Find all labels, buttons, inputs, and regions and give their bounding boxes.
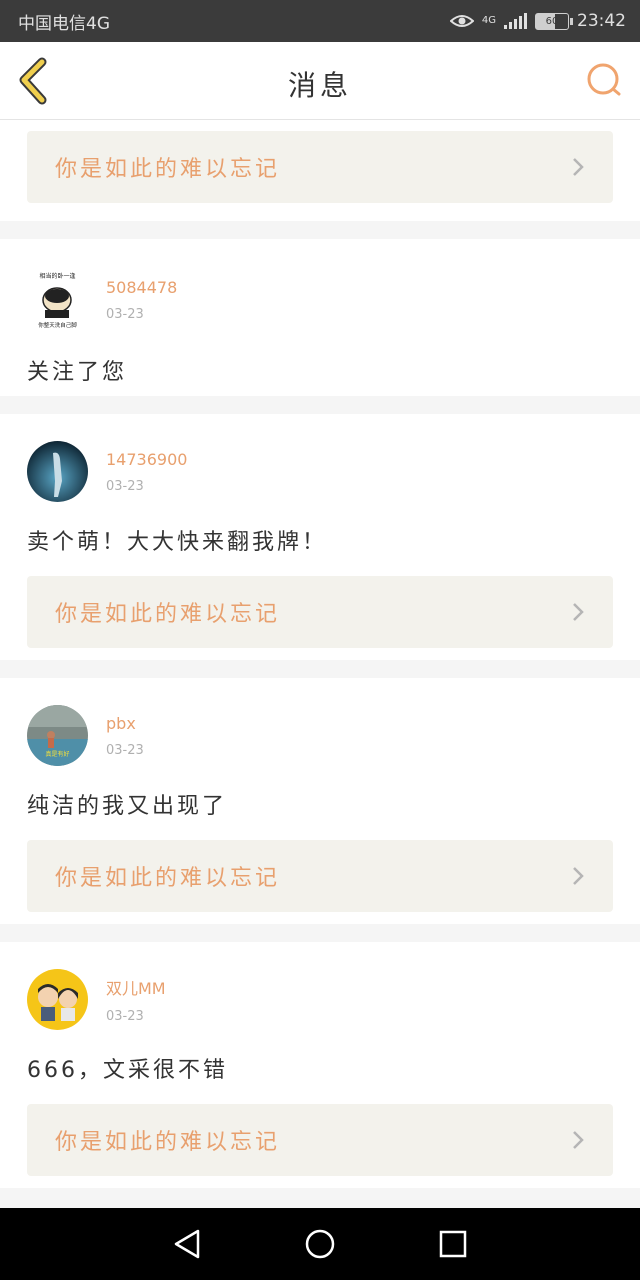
quote-link[interactable]: 你是如此的难以忘记 — [27, 1104, 613, 1176]
nav-home-button[interactable] — [300, 1224, 340, 1264]
nav-recent-button[interactable] — [433, 1224, 473, 1264]
avatar[interactable]: 真是有好 — [27, 705, 88, 766]
message-list[interactable]: 你是如此的难以忘记 相当的卧一逢 你整天洗自己脚 5084478 03-23 关… — [0, 120, 640, 1206]
message-card: 真是有好 pbx 03-23 纯洁的我又出现了 你是如此的难以忘记 — [0, 678, 640, 924]
chevron-right-icon — [573, 158, 584, 176]
message-date: 03-23 — [106, 1009, 144, 1024]
avatar[interactable] — [27, 969, 88, 1030]
message-card: 相当的卧一逢 你整天洗自己脚 5084478 03-23 关注了您 — [0, 239, 640, 396]
couple-avatar-image — [27, 969, 88, 1030]
avatar-caption: 真是有好 — [45, 750, 69, 758]
nav-back-button[interactable] — [167, 1224, 207, 1264]
eye-icon — [449, 15, 474, 27]
clock: 23:42 — [577, 11, 626, 31]
system-nav-bar — [0, 1208, 640, 1280]
quote-link[interactable]: 你是如此的难以忘记 — [27, 840, 613, 912]
photo-avatar-image: 真是有好 — [27, 705, 88, 766]
status-bar: 中国电信4G 4G 60 23:42 — [0, 0, 640, 42]
network-label: 4G — [481, 15, 496, 26]
chevron-right-icon — [573, 867, 584, 885]
circle-home-icon — [305, 1229, 335, 1259]
page-title: 消息 — [287, 69, 352, 102]
app-header: 消息 — [0, 42, 640, 120]
carrier-label: 中国电信4G — [18, 13, 110, 34]
signal-icon — [504, 13, 527, 29]
username[interactable]: pbx — [106, 714, 144, 733]
message-card: 14736900 03-23 卖个萌！大大快来翻我牌！ 你是如此的难以忘记 — [0, 414, 640, 660]
message-text: 纯洁的我又出现了 — [27, 794, 228, 819]
battery-level: 60 — [545, 15, 559, 27]
quote-text: 你是如此的难以忘记 — [55, 157, 281, 182]
avatar[interactable] — [27, 441, 88, 502]
battery-icon: 60 — [535, 12, 573, 30]
avatar-caption-bottom: 你整天洗自己脚 — [38, 321, 77, 329]
status-icons: 4G 60 23:42 — [449, 11, 626, 31]
message-text: 关注了您 — [27, 360, 128, 385]
chevron-right-icon — [573, 603, 584, 621]
quote-link[interactable]: 你是如此的难以忘记 — [27, 576, 613, 648]
quote-text: 你是如此的难以忘记 — [55, 866, 281, 891]
square-recent-icon — [440, 1230, 467, 1258]
username[interactable]: 14736900 — [106, 450, 187, 469]
message-card: 双儿MM 03-23 666，文采很不错 你是如此的难以忘记 — [0, 942, 640, 1188]
username[interactable]: 5084478 — [106, 278, 177, 297]
message-text: 666，文采很不错 — [27, 1058, 228, 1083]
message-date: 03-23 — [106, 306, 144, 322]
triangle-back-icon — [174, 1229, 199, 1259]
figure-avatar-image — [27, 441, 88, 502]
message-card-top: 你是如此的难以忘记 — [0, 120, 640, 221]
quote-link[interactable]: 你是如此的难以忘记 — [27, 131, 613, 203]
search-icon — [587, 63, 621, 96]
message-date: 03-23 — [106, 742, 144, 758]
search-button[interactable] — [584, 60, 626, 102]
message-date: 03-23 — [106, 478, 144, 494]
quote-text: 你是如此的难以忘记 — [55, 1130, 281, 1155]
chevron-right-icon — [573, 1131, 584, 1149]
message-text: 卖个萌！大大快来翻我牌！ — [27, 530, 328, 555]
quote-text: 你是如此的难以忘记 — [55, 602, 281, 627]
avatar-caption-top: 相当的卧一逢 — [39, 272, 75, 280]
avatar[interactable]: 相当的卧一逢 你整天洗自己脚 — [27, 269, 88, 330]
username[interactable]: 双儿MM — [106, 975, 166, 999]
meme-avatar-image: 相当的卧一逢 你整天洗自己脚 — [27, 269, 88, 330]
